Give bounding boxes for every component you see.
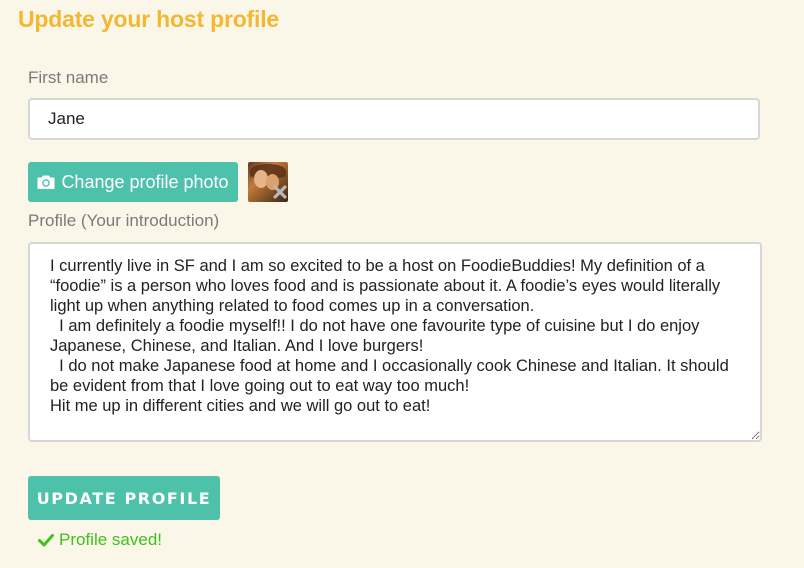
- page-title: Update your host profile: [18, 6, 279, 32]
- status-message: Profile saved!: [38, 530, 162, 550]
- first-name-input[interactable]: [28, 98, 760, 140]
- change-profile-photo-button[interactable]: Change profile photo: [28, 162, 238, 202]
- change-profile-photo-label: Change profile photo: [61, 171, 229, 192]
- update-profile-button[interactable]: UPDATE PROFILE: [28, 476, 220, 520]
- status-text: Profile saved!: [59, 530, 162, 549]
- close-icon[interactable]: [272, 184, 288, 200]
- profile-label: Profile (Your introduction): [28, 211, 220, 230]
- profile-textarea[interactable]: I currently live in SF and I am so excit…: [28, 242, 762, 442]
- check-icon: [38, 534, 54, 547]
- camera-icon: [37, 175, 55, 189]
- first-name-label: First name: [28, 68, 109, 87]
